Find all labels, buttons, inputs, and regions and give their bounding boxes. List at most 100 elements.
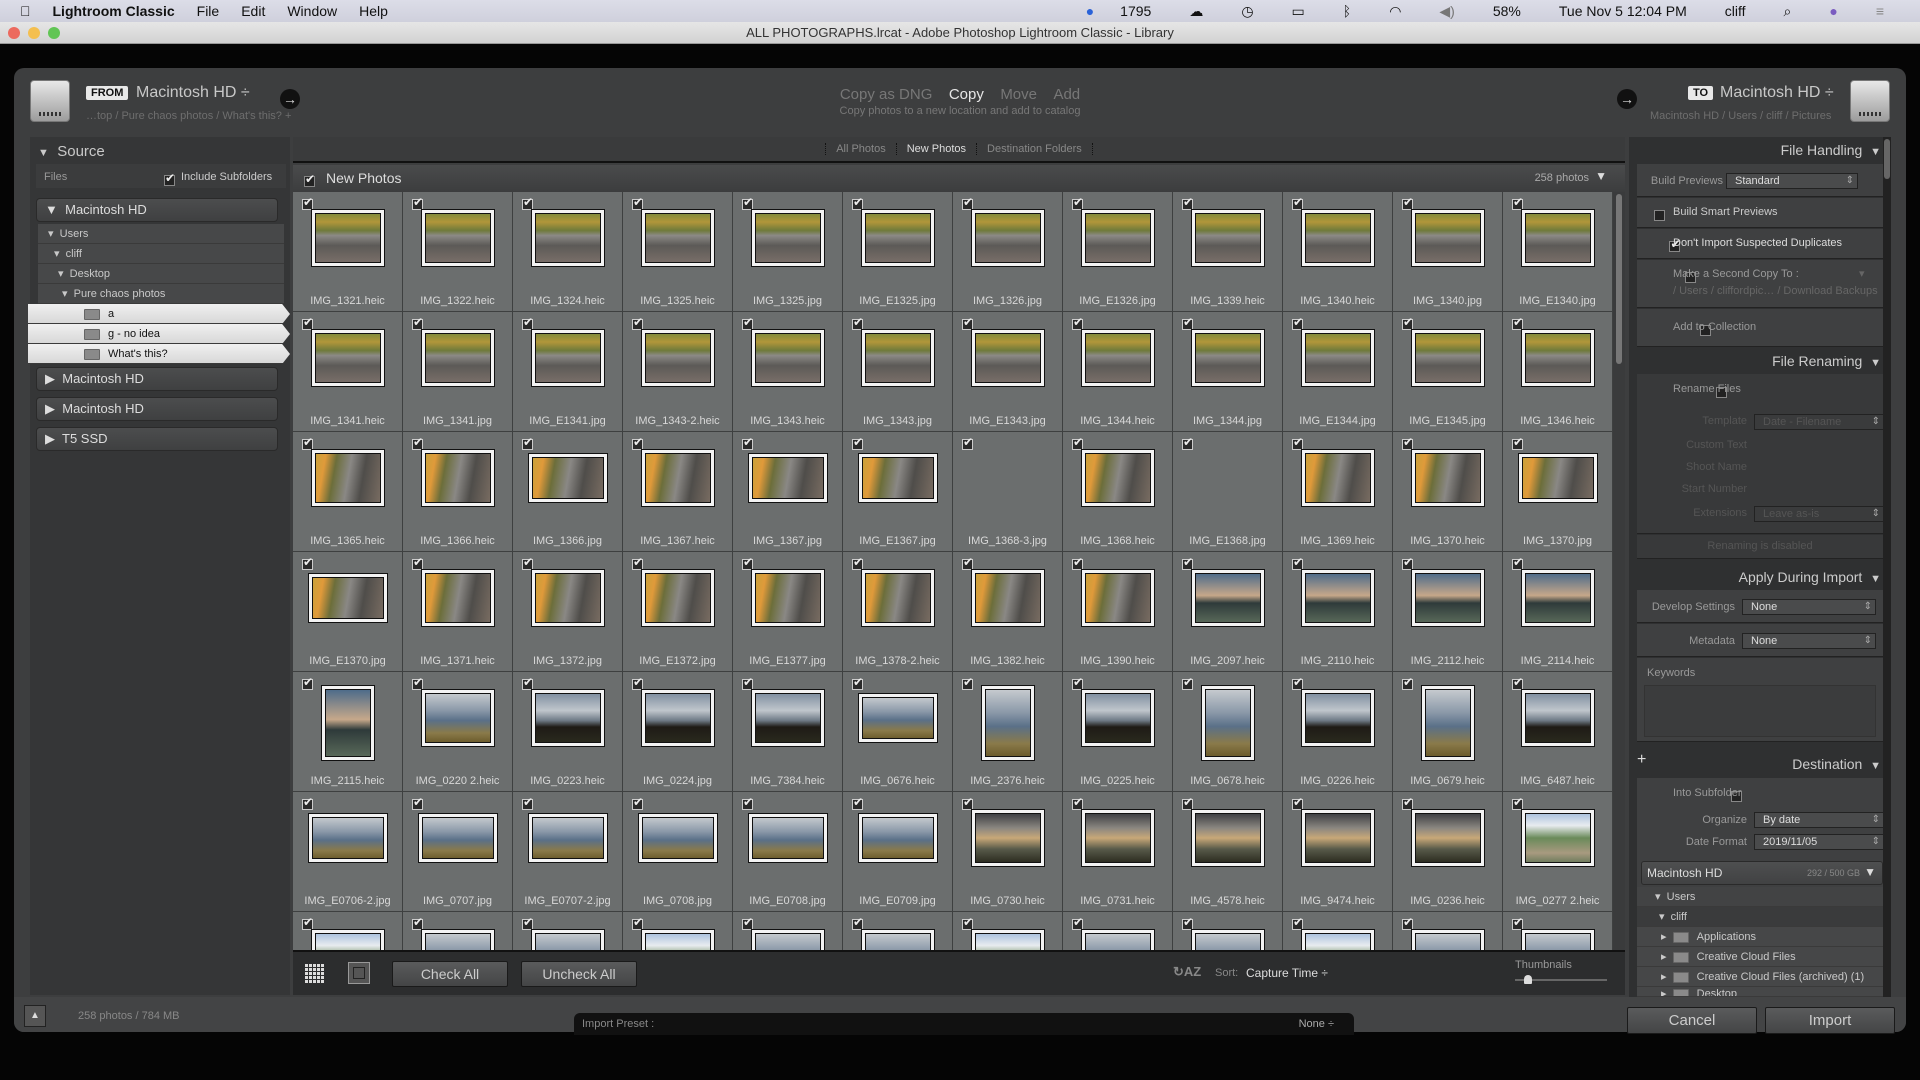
photo-cell[interactable]: IMG_0223.heic xyxy=(513,672,623,792)
photo-include-checkbox[interactable] xyxy=(1402,315,1413,330)
destination-volume-select[interactable]: Macintosh HD ÷ xyxy=(1720,84,1834,102)
photo-cell[interactable]: IMG_1366.heic xyxy=(403,432,513,552)
photo-cell[interactable]: IMG_1344.jpg xyxy=(1173,312,1283,432)
volume-row-macintosh-hd[interactable]: ▼ Macintosh HD xyxy=(36,198,278,222)
thumbnail-size-slider[interactable] xyxy=(1515,975,1607,984)
folder-row-g-no-idea[interactable]: g - no idea xyxy=(28,324,290,344)
photo-include-checkbox[interactable] xyxy=(1512,315,1523,330)
photo-thumbnail[interactable] xyxy=(1301,329,1375,387)
keywords-input[interactable] xyxy=(1644,685,1876,737)
build-smart-previews-label[interactable]: Build Smart Previews xyxy=(1673,206,1778,218)
photo-cell[interactable]: IMG_6487.heic xyxy=(1503,672,1613,792)
photo-include-checkbox[interactable] xyxy=(1072,555,1083,570)
photo-include-checkbox[interactable] xyxy=(962,195,973,210)
photo-include-checkbox[interactable] xyxy=(962,435,973,450)
photo-include-checkbox[interactable] xyxy=(302,195,313,210)
photo-cell[interactable]: IMG_E1343.jpg xyxy=(953,312,1063,432)
dest-folder-applications[interactable]: ▸ Applications xyxy=(1637,927,1883,947)
photo-include-checkbox[interactable] xyxy=(1292,555,1303,570)
tree-row-users[interactable]: ▾ Users xyxy=(38,224,284,244)
rename-files-label[interactable]: Rename Files xyxy=(1673,383,1741,395)
photo-include-checkbox[interactable] xyxy=(1182,795,1193,810)
photo-include-checkbox[interactable] xyxy=(1402,915,1413,930)
include-subfolders-checkbox[interactable] xyxy=(164,171,175,187)
photo-cell[interactable]: IMG_0220 2.heic xyxy=(403,672,513,792)
photo-cell[interactable]: IMG_1324.heic xyxy=(513,192,623,312)
photo-cell[interactable]: IMG_E1345.jpg xyxy=(1393,312,1503,432)
photo-cell[interactable]: IMG_1367.heic xyxy=(623,432,733,552)
photo-thumbnail[interactable] xyxy=(528,813,608,863)
collapse-dialog-button[interactable]: ▲ xyxy=(24,1005,46,1027)
build-smart-previews-checkbox[interactable] xyxy=(1654,210,1665,222)
photo-thumbnail[interactable] xyxy=(1081,569,1155,627)
photo-include-checkbox[interactable] xyxy=(742,555,753,570)
photo-cell[interactable]: IMG_2376.heic xyxy=(953,672,1063,792)
source-header[interactable]: ▼ Source xyxy=(38,143,105,160)
template-select[interactable]: Date - Filename xyxy=(1754,414,1884,430)
photo-thumbnail[interactable] xyxy=(641,329,715,387)
photo-include-checkbox[interactable] xyxy=(1402,435,1413,450)
photo-cell[interactable]: IMG_0236.heic xyxy=(1393,792,1503,912)
dest-folder-creative-cloud-files[interactable]: ▸ Creative Cloud Files xyxy=(1637,947,1883,967)
photo-include-checkbox[interactable] xyxy=(1072,195,1083,210)
photo-cell[interactable]: IMG_1343-2.heic xyxy=(623,312,733,432)
photo-cell[interactable] xyxy=(513,912,623,950)
file-renaming-header[interactable]: File Renaming ▼ xyxy=(1772,353,1881,369)
volume-icon[interactable]: ◀) xyxy=(1439,3,1454,20)
photo-thumbnail[interactable] xyxy=(1301,449,1375,507)
photo-include-checkbox[interactable] xyxy=(1402,795,1413,810)
photo-thumbnail[interactable] xyxy=(311,449,385,507)
photo-cell[interactable]: IMG_E1368.jpg xyxy=(1173,432,1283,552)
photo-thumbnail[interactable] xyxy=(641,449,715,507)
photo-include-checkbox[interactable] xyxy=(852,795,863,810)
photo-include-checkbox[interactable] xyxy=(522,795,533,810)
photo-include-checkbox[interactable] xyxy=(632,795,643,810)
metadata-select[interactable]: None xyxy=(1742,633,1876,649)
menu-help[interactable]: Help xyxy=(359,3,388,19)
photo-include-checkbox[interactable] xyxy=(1072,435,1083,450)
photo-include-checkbox[interactable] xyxy=(1182,195,1193,210)
photo-cell[interactable]: IMG_E1372.jpg xyxy=(623,552,733,672)
photo-thumbnail[interactable] xyxy=(641,569,715,627)
photo-cell[interactable]: IMG_4578.heic xyxy=(1173,792,1283,912)
photo-thumbnail[interactable] xyxy=(1081,809,1155,867)
close-window-button[interactable] xyxy=(8,27,20,39)
photo-thumbnail[interactable] xyxy=(321,685,375,761)
photo-include-checkbox[interactable] xyxy=(412,555,423,570)
photo-include-checkbox[interactable] xyxy=(742,195,753,210)
photo-thumbnail[interactable] xyxy=(308,813,388,863)
photo-include-checkbox[interactable] xyxy=(1182,555,1193,570)
photo-thumbnail[interactable] xyxy=(1191,329,1265,387)
photo-cell[interactable] xyxy=(293,912,403,950)
photo-include-checkbox[interactable] xyxy=(632,435,643,450)
photo-include-checkbox[interactable] xyxy=(632,675,643,690)
develop-settings-select[interactable]: None xyxy=(1742,599,1876,615)
photo-include-checkbox[interactable] xyxy=(522,675,533,690)
photo-include-checkbox[interactable] xyxy=(742,795,753,810)
photo-cell[interactable] xyxy=(843,912,953,950)
photo-thumbnail[interactable] xyxy=(1521,689,1595,747)
photo-thumbnail[interactable] xyxy=(1521,329,1595,387)
photo-include-checkbox[interactable] xyxy=(1182,315,1193,330)
volume-row-t5-ssd[interactable]: ▶ T5 SSD xyxy=(36,427,278,451)
photo-include-checkbox[interactable] xyxy=(522,915,533,930)
battery-percent[interactable]: 58% xyxy=(1493,3,1521,19)
photo-cell[interactable]: IMG_0730.heic xyxy=(953,792,1063,912)
photo-thumbnail[interactable] xyxy=(641,209,715,267)
photo-thumbnail[interactable] xyxy=(1421,685,1475,761)
organize-select[interactable]: By date xyxy=(1754,812,1884,828)
photo-include-checkbox[interactable] xyxy=(1512,915,1523,930)
photo-cell[interactable]: IMG_1370.heic xyxy=(1393,432,1503,552)
extensions-select[interactable]: Leave as-is xyxy=(1754,506,1884,522)
photo-include-checkbox[interactable] xyxy=(302,795,313,810)
photo-include-checkbox[interactable] xyxy=(412,195,423,210)
dest-tree-row-users[interactable]: ▾ Users xyxy=(1637,887,1883,907)
photo-thumbnail[interactable] xyxy=(971,929,1045,950)
photo-thumbnail[interactable] xyxy=(1411,329,1485,387)
photo-cell[interactable]: IMG_1378-2.heic xyxy=(843,552,953,672)
photo-include-checkbox[interactable] xyxy=(1182,675,1193,690)
photo-include-checkbox[interactable] xyxy=(742,675,753,690)
menu-window[interactable]: Window xyxy=(287,3,337,19)
photo-thumbnail[interactable] xyxy=(1081,329,1155,387)
photo-thumbnail[interactable] xyxy=(981,685,1035,761)
